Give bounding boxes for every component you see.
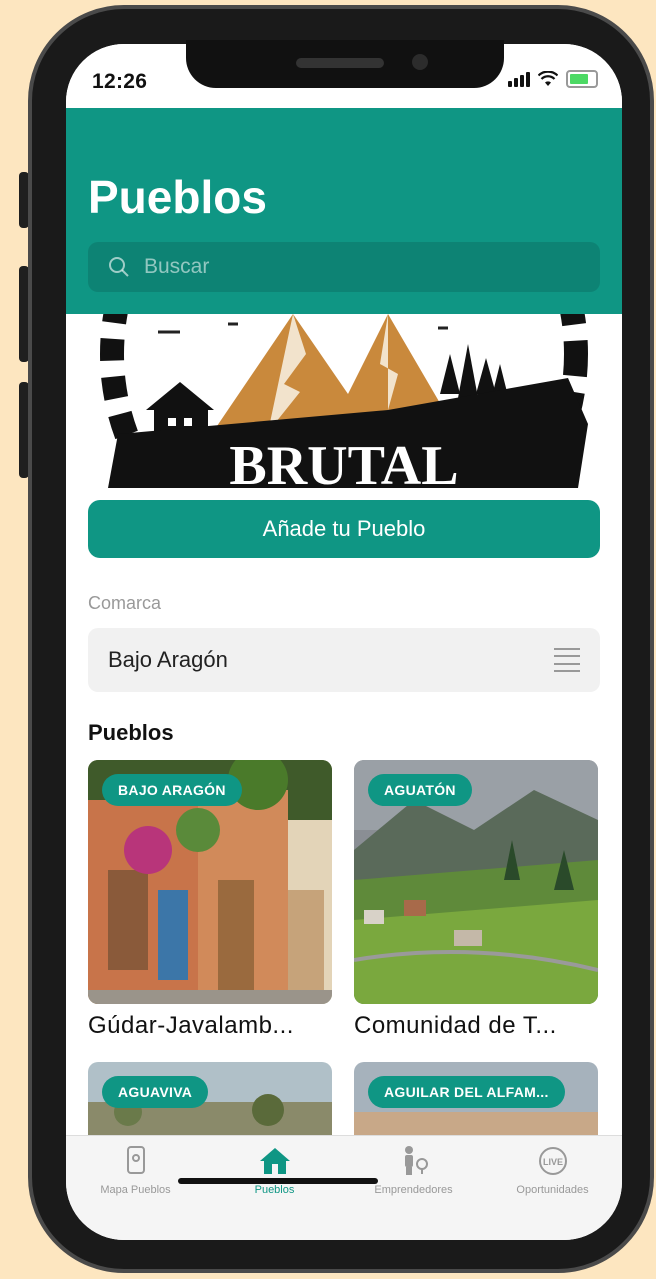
add-town-button[interactable]: Añade tu Pueblo xyxy=(88,500,600,558)
card-tag: AGUAVIVA xyxy=(102,1076,209,1108)
wifi-icon xyxy=(538,71,558,86)
battery-icon xyxy=(566,70,598,88)
search-placeholder: Buscar xyxy=(144,255,210,278)
home-icon xyxy=(259,1148,290,1174)
town-card[interactable]: AGUATÓN Comunidad de T... xyxy=(354,760,598,1040)
brutal-logo: BRUTAL xyxy=(100,314,588,488)
signal-icon xyxy=(508,71,530,87)
comarca-label: Comarca xyxy=(88,593,162,613)
status-icons xyxy=(508,70,598,88)
live-icon: LIVE xyxy=(538,1147,567,1175)
comarca-value: Bajo Aragón xyxy=(108,647,228,672)
tab-label: Emprendedores xyxy=(374,1184,453,1196)
tab-label: Oportunidades xyxy=(516,1184,589,1196)
card-tag: BAJO ARAGÓN xyxy=(102,774,242,806)
tab-pueblos[interactable]: Pueblos xyxy=(205,1144,344,1204)
front-camera xyxy=(412,54,428,70)
search-icon xyxy=(109,257,129,277)
speaker-grille xyxy=(296,58,384,68)
town-photo: AGUATÓN xyxy=(354,760,598,1004)
tab-label: Pueblos xyxy=(254,1184,295,1196)
home-indicator xyxy=(178,1178,378,1184)
town-photo: BAJO ARAGÓN xyxy=(88,760,332,1004)
town-card[interactable]: BAJO ARAGÓN Gúdar-Javalamb... xyxy=(88,760,332,1040)
card-tag: AGUILAR DEL ALFAM... xyxy=(368,1076,565,1108)
town-photo: AGUILAR DEL ALFAM... xyxy=(354,1062,598,1136)
entrepreneur-icon xyxy=(404,1146,428,1175)
app-header: Pueblos Buscar xyxy=(66,108,622,314)
card-tag: AGUATÓN xyxy=(368,774,472,806)
page-title: Pueblos xyxy=(88,171,267,223)
tab-label: Mapa Pueblos xyxy=(100,1184,171,1196)
card-title: Gúdar-Javalamb... xyxy=(88,1012,294,1039)
card-title: Comunidad de T... xyxy=(354,1012,557,1039)
list-menu-icon xyxy=(554,648,580,672)
tab-mapa-pueblos[interactable]: Mapa Pueblos xyxy=(66,1144,205,1204)
town-card[interactable]: AGUILAR DEL ALFAM... xyxy=(354,1062,598,1136)
town-photo: AGUAVIVA xyxy=(88,1062,332,1136)
svg-text:LIVE: LIVE xyxy=(542,1157,562,1167)
promo-banner[interactable]: BRUTAL xyxy=(88,314,600,488)
status-time: 12:26 xyxy=(92,70,148,93)
map-pin-icon xyxy=(126,1146,145,1174)
app-screen: 12:26 Pueblos Buscar BRUTAL Añade tu Pue… xyxy=(66,44,622,1240)
comarca-select[interactable]: Bajo Aragón xyxy=(88,628,600,692)
banner-text: BRUTAL xyxy=(229,435,458,488)
search-input[interactable]: Buscar xyxy=(88,242,600,292)
tab-oportunidades[interactable]: LIVE Oportunidades xyxy=(483,1144,622,1204)
tab-bar: Mapa Pueblos Pueblos Emprendedores LIVE xyxy=(66,1135,622,1240)
device-notch xyxy=(186,40,504,88)
town-card[interactable]: AGUAVIVA xyxy=(88,1062,332,1136)
section-title: Pueblos xyxy=(88,720,174,745)
tab-emprendedores[interactable]: Emprendedores xyxy=(344,1144,483,1204)
